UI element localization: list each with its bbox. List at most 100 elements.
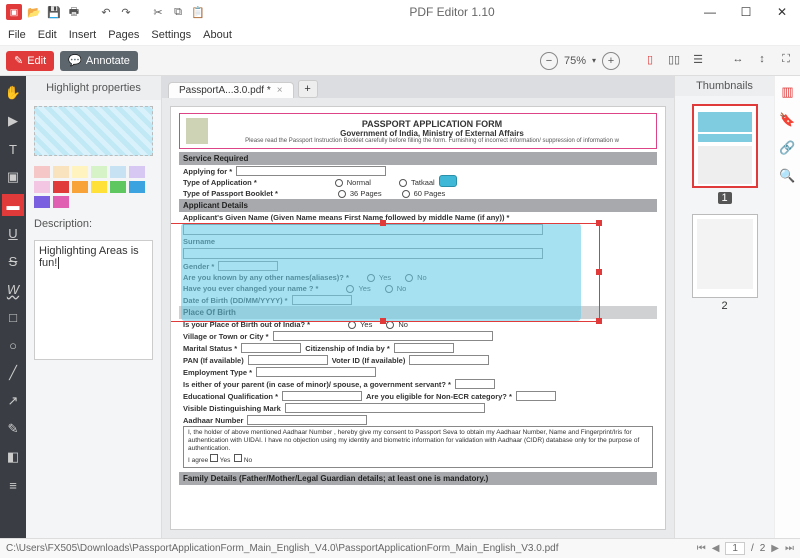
prev-page-icon[interactable]: ◀ [712,543,720,554]
zoom-level[interactable]: 75% [564,55,586,67]
pencil-tool-icon[interactable]: ✎ [2,418,24,440]
stamp-tool-icon[interactable]: ≡ [2,474,24,496]
page-current[interactable]: 1 [725,542,745,555]
annotate-mode-button[interactable]: 💬 Annotate [60,51,138,71]
annotation-note-icon[interactable] [439,175,457,187]
color-swatch[interactable] [34,166,50,178]
resize-handle-n[interactable] [380,220,386,226]
attachments-icon[interactable]: 🔗 [778,138,798,158]
maximize-button[interactable]: ☐ [728,0,764,24]
rectangle-tool-icon[interactable]: □ [2,306,24,328]
tab-close-icon[interactable]: × [277,85,283,96]
save-icon[interactable]: 💾 [46,4,62,20]
highlight-area-tool-icon[interactable]: ▬ [2,194,24,216]
parentgov-input[interactable] [455,379,495,389]
distmark-input[interactable] [285,403,485,413]
pan-input[interactable] [248,355,328,365]
color-swatch[interactable] [34,196,50,208]
cut-icon[interactable]: ✂ [150,4,166,20]
redo-icon[interactable]: ↷ [118,4,134,20]
edit-mode-button[interactable]: ✎ Edit [6,51,54,71]
agree-yes-checkbox[interactable] [210,454,218,462]
nonecr-input[interactable] [516,391,556,401]
color-swatch[interactable] [91,181,107,193]
zoom-in-button[interactable]: + [602,52,620,70]
color-swatch[interactable] [129,166,145,178]
document-tab[interactable]: PassportA...3.0.pdf * × [168,82,294,98]
color-swatch[interactable] [34,181,50,193]
print-icon[interactable]: 🖶 [66,4,82,20]
strikeout-tool-icon[interactable]: S [2,250,24,272]
eraser-tool-icon[interactable]: ◧ [2,446,24,468]
color-swatch[interactable] [72,181,88,193]
citizen-input[interactable] [394,343,454,353]
arrow-tool-icon[interactable]: ↗ [2,390,24,412]
village-input[interactable] [273,331,493,341]
paste-icon[interactable]: 📋 [190,4,206,20]
close-button[interactable]: ✕ [764,0,800,24]
two-page-icon[interactable]: ▯▯ [666,53,682,69]
menu-edit[interactable]: Edit [38,29,57,41]
text-tool-icon[interactable]: T [2,138,24,160]
resize-handle-se[interactable] [596,318,602,324]
color-swatch[interactable] [53,166,69,178]
applying-for-input[interactable] [236,166,386,176]
app-icon: ▣ [6,4,22,20]
sticky-note-icon[interactable]: ▣ [2,166,24,188]
highlight-annotation[interactable] [181,223,581,321]
line-tool-icon[interactable]: ╱ [2,362,24,384]
marital-input[interactable] [241,343,301,353]
next-page-icon[interactable]: ▶ [771,543,779,554]
thumbnails-icon[interactable]: ▥ [778,82,798,102]
color-swatch[interactable] [72,166,88,178]
voter-input[interactable] [409,355,489,365]
undo-icon[interactable]: ↶ [98,4,114,20]
agree-no-checkbox[interactable] [234,454,242,462]
first-page-icon[interactable]: ⏮ [697,543,706,554]
color-swatch[interactable] [110,181,126,193]
fit-width-icon[interactable]: ↔ [730,53,746,69]
squiggly-tool-icon[interactable]: W [2,278,24,300]
color-swatch[interactable] [53,181,69,193]
menu-about[interactable]: About [203,29,232,41]
menu-file[interactable]: File [8,29,26,41]
ellipse-tool-icon[interactable]: ○ [2,334,24,356]
edu-input[interactable] [282,391,362,401]
resize-handle-e[interactable] [596,269,602,275]
resize-handle-s[interactable] [380,318,386,324]
new-tab-button[interactable]: + [298,80,318,98]
open-icon[interactable]: 📂 [26,4,42,20]
search-icon[interactable]: 🔍 [778,166,798,186]
color-swatch[interactable] [110,166,126,178]
emp-input[interactable] [256,367,376,377]
menu-settings[interactable]: Settings [151,29,191,41]
p60-radio[interactable] [402,190,410,198]
aadhaar-input[interactable] [247,415,367,425]
description-textarea[interactable]: Highlighting Areas is fun! [34,240,153,360]
thumbnail-page-1[interactable] [692,104,758,188]
color-swatch[interactable] [91,166,107,178]
resize-handle-ne[interactable] [596,220,602,226]
page-navigator: ⏮ ◀ 1 / 2 ▶ ⏭ [697,542,794,555]
menu-insert[interactable]: Insert [69,29,97,41]
hand-tool-icon[interactable]: ✋ [2,82,24,104]
menu-pages[interactable]: Pages [108,29,139,41]
underline-tool-icon[interactable]: U [2,222,24,244]
select-tool-icon[interactable]: ▶ [2,110,24,132]
single-page-icon[interactable]: ▯ [642,53,658,69]
zoom-out-button[interactable]: − [540,52,558,70]
fit-page-icon[interactable]: ⛶ [778,53,794,69]
fit-height-icon[interactable]: ↕ [754,53,770,69]
last-page-icon[interactable]: ⏭ [785,543,794,554]
normal-radio[interactable] [335,179,343,187]
copy-icon[interactable]: ⧉ [170,4,186,20]
color-swatch[interactable] [53,196,69,208]
page-view[interactable]: PASSPORT APPLICATION FORM Government of … [170,106,666,530]
continuous-icon[interactable]: ☰ [690,53,706,69]
minimize-button[interactable]: ― [692,0,728,24]
thumbnail-page-2[interactable] [692,214,758,298]
bookmarks-icon[interactable]: 🔖 [778,110,798,130]
tatkaal-radio[interactable] [399,179,407,187]
p36-radio[interactable] [338,190,346,198]
color-swatch[interactable] [129,181,145,193]
